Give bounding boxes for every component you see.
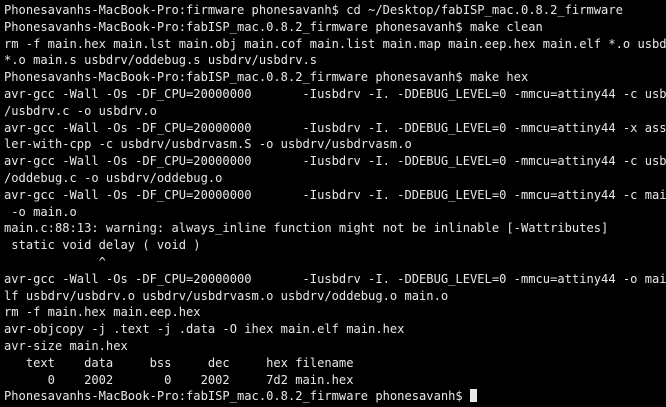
terminal-line: Phonesavanhs-MacBook-Pro:fabISP_mac.0.8.… (4, 19, 543, 34)
terminal-window[interactable]: Phonesavanhs-MacBook-Pro:firmware phones… (0, 0, 666, 407)
terminal-line: avr-objcopy -j .text -j .data -O ihex ma… (4, 322, 405, 337)
terminal-line: text data bss dec hex filename (4, 355, 354, 370)
text-cursor (470, 389, 477, 403)
terminal-line: avr-gcc -Wall -Os -DF_CPU=20000000 -Iusb… (4, 120, 666, 135)
terminal-line: ler-with-cpp -c usbdrv/usbdrvasm.S -o us… (4, 137, 412, 152)
prompt-line[interactable]: Phonesavanhs-MacBook-Pro:fabISP_mac.0.8.… (4, 388, 666, 405)
terminal-line: avr-size main.hex (4, 338, 128, 353)
terminal-line: lf usbdrv/usbdrv.o usbdrv/usbdrvasm.o us… (4, 288, 449, 303)
terminal-line: ^ (4, 254, 106, 269)
terminal-line: avr-gcc -Wall -Os -DF_CPU=20000000 -Iusb… (4, 86, 666, 101)
terminal-line: *.o main.s usbdrv/oddebug.s usbdrv/usbdr… (4, 53, 318, 68)
terminal-line: main.c:88:13: warning: always_inline fun… (4, 221, 609, 236)
terminal-line: Phonesavanhs-MacBook-Pro:firmware phones… (4, 3, 623, 17)
terminal-line: /oddebug.c -o usbdrv/oddebug.o (4, 170, 223, 185)
terminal-line: -o main.o (4, 204, 77, 219)
shell-prompt: Phonesavanhs-MacBook-Pro:fabISP_mac.0.8.… (4, 389, 470, 404)
terminal-line: /usbdrv.c -o usbdrv.o (4, 103, 157, 118)
terminal-line: avr-gcc -Wall -Os -DF_CPU=20000000 -Iusb… (4, 187, 666, 202)
terminal-line: avr-gcc -Wall -Os -DF_CPU=20000000 -Iusb… (4, 271, 666, 286)
terminal-line: rm -f main.hex main.lst main.obj main.co… (4, 36, 666, 51)
terminal-line: Phonesavanhs-MacBook-Pro:fabISP_mac.0.8.… (4, 70, 529, 85)
terminal-line: static void delay ( void ) (4, 238, 201, 253)
terminal-line: avr-gcc -Wall -Os -DF_CPU=20000000 -Iusb… (4, 154, 666, 169)
terminal-line: 0 2002 0 2002 7d2 main.hex (4, 372, 354, 387)
terminal-line: rm -f main.hex main.eep.hex (4, 305, 201, 320)
